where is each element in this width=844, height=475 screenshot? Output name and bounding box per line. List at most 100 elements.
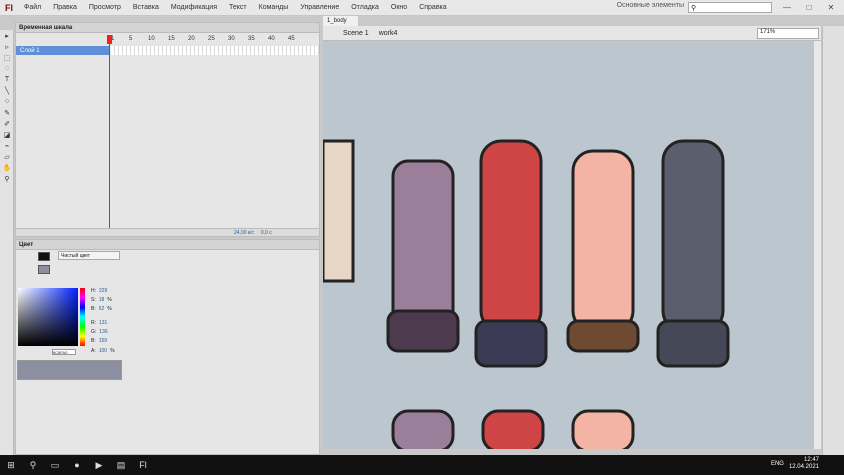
search-icon[interactable]: ⚲ [22,455,44,475]
menu-text[interactable]: Текст [223,4,253,11]
taskbar: ⊞ ⚲ ▭ ● ▶ ▤ Fl ENG 12:47 12.04.2021 [0,455,844,475]
maximize-button[interactable]: □ [798,0,820,15]
clock-date: 12.04.2021 [788,464,819,470]
minimize-button[interactable]: — [776,0,798,15]
frame-number: 35 [248,36,255,42]
color-preview [17,360,122,380]
edit-bar: Scene 1 work4 171% [323,26,821,41]
s-value[interactable]: 18 [99,297,105,303]
explorer-icon[interactable]: ▤ [110,455,132,475]
flash-app-window: Fl Файл Правка Просмотр Вставка Модифика… [0,0,844,475]
b-value[interactable]: 62 [99,306,105,312]
task-view-icon[interactable]: ▭ [44,455,66,475]
menu-help[interactable]: Справка [413,4,452,11]
lasso-tool-icon[interactable]: ◌ [0,63,14,74]
frame-number: 5 [129,36,133,42]
frame-number: 25 [208,36,215,42]
document-tab[interactable]: 1_body [323,16,358,26]
alpha-value[interactable]: 100 [99,348,107,354]
color-picker-field[interactable] [18,288,78,346]
frame-number: 40 [268,36,275,42]
stroke-color-swatch[interactable] [38,252,50,261]
b-row: B: 62% [91,306,112,312]
brush-tool-icon[interactable]: ✐ [0,118,14,129]
h-row: H: 229 [91,288,108,294]
menu-debug[interactable]: Отладка [345,4,385,11]
stage-artwork [323,139,730,449]
s-row: S: 18% [91,297,112,303]
menu-view[interactable]: Просмотр [83,4,127,11]
workspace-selector[interactable]: Основные элементы [617,2,684,9]
h-value[interactable]: 229 [99,288,107,294]
r-value[interactable]: 131 [99,320,107,326]
menu-commands[interactable]: Команды [253,4,295,11]
a-row: A: 100% [91,348,115,354]
menu-modify[interactable]: Модификация [165,4,223,11]
language-indicator[interactable]: ENG [771,461,784,467]
blue-value[interactable]: 159 [99,338,107,344]
item-pink-lower [571,409,635,449]
media-icon[interactable]: ▶ [88,455,110,475]
fill-type-select[interactable]: Чистый цвет [58,251,120,260]
timeline-footer: 24,00 к/с 0,0 с [16,228,319,236]
tools-panel: ▸ ▹ ⬚ ◌ T ╲ ○ ✎ ✐ ◪ ⌁ ▱ ✋ ⚲ [0,30,14,455]
frame-number: 20 [188,36,195,42]
zoom-select[interactable]: 171% [757,28,819,39]
menu-bar: Fl Файл Правка Просмотр Вставка Модифика… [0,0,844,16]
item-purple-lower [391,409,455,449]
app-logo: Fl [5,2,13,13]
item-partial [323,139,355,283]
flash-icon[interactable]: Fl [132,455,154,475]
pencil-tool-icon[interactable]: ✎ [0,107,14,118]
item-red-lower [481,409,545,449]
scene-breadcrumb[interactable]: Scene 1 [323,30,369,37]
item-pink [566,149,640,353]
close-button[interactable]: ✕ [820,0,842,15]
selection-tool-icon[interactable]: ▸ [0,30,14,41]
line-tool-icon[interactable]: ╲ [0,85,14,96]
elapsed-time: 0,0 с [261,230,272,236]
subselection-tool-icon[interactable]: ▹ [0,41,14,52]
help-search-input[interactable]: ⚲ [688,2,772,13]
layer-row[interactable]: Слой 1 [16,46,110,55]
color-panel: Цвет Чистый цвет H: 229 S: 18% B: 62% R: 131… [15,239,320,455]
start-icon[interactable]: ⊞ [0,455,22,475]
frame-number: 10 [148,36,155,42]
hand-tool-icon[interactable]: ✋ [0,162,14,173]
frame-number: 30 [228,36,235,42]
clock-time: 12:47 [803,457,819,463]
item-purple [386,159,460,353]
frame-number: 45 [288,36,295,42]
firefox-icon[interactable]: ● [66,455,88,475]
window-controls: — □ ✕ [776,0,842,15]
menu-file[interactable]: Файл [18,4,47,11]
g-value[interactable]: 136 [99,329,107,335]
paint-bucket-icon[interactable]: ◪ [0,129,14,140]
menu-window[interactable]: Окно [385,4,413,11]
symbol-breadcrumb[interactable]: work4 [369,30,398,37]
oval-tool-icon[interactable]: ○ [0,96,14,107]
eyedropper-icon[interactable]: ⌁ [0,140,14,151]
frame-cells[interactable] [111,46,319,55]
timeline-panel: Временная шкала 1 5 10 15 20 25 30 35 40… [15,22,320,237]
color-tab[interactable]: Цвет [16,240,319,250]
timeline-tab[interactable]: Временная шкала [16,23,319,33]
b2-row: B: 159 [91,338,108,344]
transform-tool-icon[interactable]: ⬚ [0,52,14,63]
clock[interactable]: 12:47 12.04.2021 [789,457,819,471]
text-tool-icon[interactable]: T [0,74,14,85]
stage-canvas[interactable] [323,41,814,449]
vertical-scrollbar[interactable] [814,41,821,449]
zoom-tool-icon[interactable]: ⚲ [0,173,14,184]
eraser-icon[interactable]: ▱ [0,151,14,162]
menu-edit[interactable]: Правка [47,4,83,11]
fill-color-swatch[interactable] [38,265,50,274]
r-row: R: 131 [91,320,108,326]
hue-slider[interactable] [80,288,85,346]
layer-name[interactable]: Слой 1 [20,48,40,54]
menu-insert[interactable]: Вставка [127,4,165,11]
hex-input[interactable]: 8C8FA0 [52,349,76,355]
menu-control[interactable]: Управление [294,4,345,11]
right-dock-panel [822,26,844,455]
frame-rate[interactable]: 24,00 к/с [234,230,254,236]
